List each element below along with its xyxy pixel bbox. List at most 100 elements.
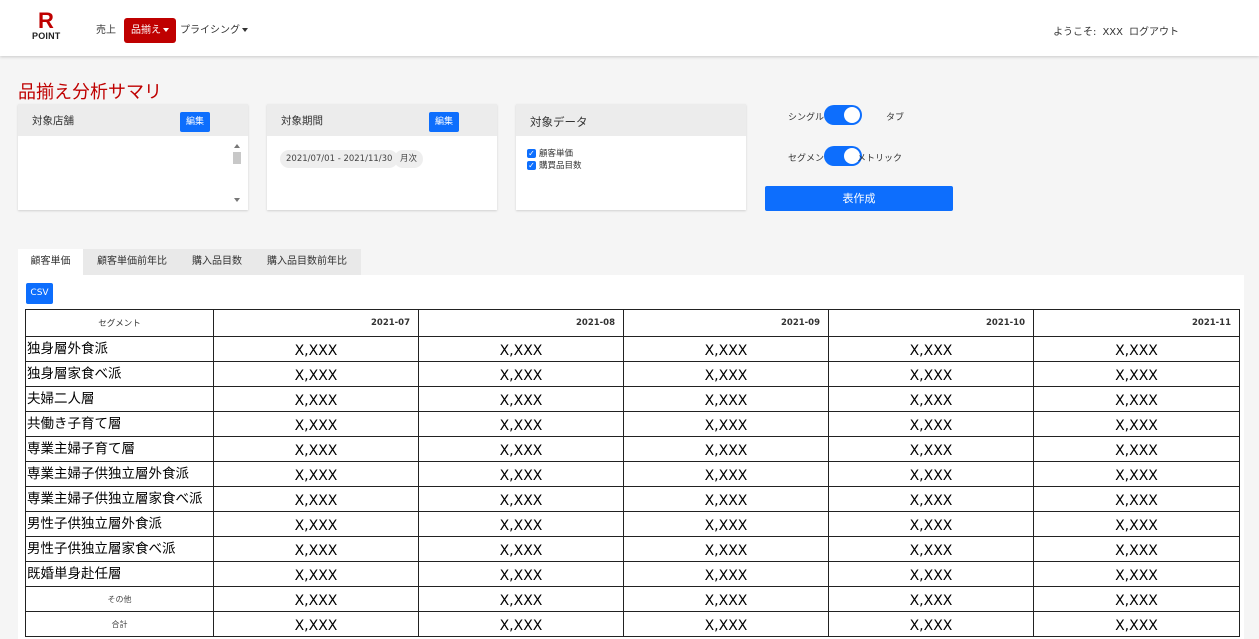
value-cell: X,XXX xyxy=(418,336,624,362)
checkbox-label: 購買品目数 xyxy=(539,161,582,171)
value-cell: X,XXX xyxy=(623,511,829,537)
value-cell: X,XXX xyxy=(828,536,1034,562)
value-cell: X,XXX xyxy=(623,461,829,487)
value-cell: X,XXX xyxy=(213,561,419,587)
value-cell: X,XXX xyxy=(623,336,829,362)
value-cell: X,XXX xyxy=(418,411,624,437)
segment-cell: 男性子供独立層外食派 xyxy=(25,511,214,537)
value-cell: X,XXX xyxy=(213,411,419,437)
value-cell: X,XXX xyxy=(418,461,624,487)
value-cell: X,XXX xyxy=(1033,486,1240,512)
value-cell: X,XXX xyxy=(828,361,1034,387)
csv-download-button[interactable]: CSV xyxy=(26,283,53,304)
checkbox-customer-price[interactable]: ✓ 顧客単価 xyxy=(527,149,573,160)
tab-customer-price[interactable]: 顧客単価 xyxy=(18,249,83,275)
value-cell: X,XXX xyxy=(828,511,1034,537)
tab-item-count-yoy[interactable]: 購入品目数前年比 xyxy=(253,249,361,275)
value-cell: X,XXX xyxy=(828,611,1034,637)
segment-cell: 合計 xyxy=(25,611,214,637)
user-area: ようこそ: XXX ログアウト xyxy=(1053,23,1179,38)
value-cell: X,XXX xyxy=(1033,611,1240,637)
checkbox-item-count[interactable]: ✓ 購買品目数 xyxy=(527,161,582,172)
value-cell: X,XXX xyxy=(623,611,829,637)
chevron-down-icon xyxy=(163,28,169,32)
scroll-down-icon[interactable] xyxy=(234,198,240,202)
table-row: 既婚単身赴任層 X,XXX X,XXX X,XXX X,XXX X,XXX xyxy=(25,561,1240,587)
toggle2-left-label: セグメン xyxy=(788,154,825,164)
month-column-header: 2021-07 xyxy=(213,309,419,337)
table-row: その他 X,XXX X,XXX X,XXX X,XXX X,XXX xyxy=(25,586,1240,612)
nav-assortment[interactable]: 品揃え xyxy=(124,18,176,43)
value-cell: X,XXX xyxy=(418,486,624,512)
period-granularity-badge: 月次 xyxy=(394,150,424,168)
period-edit-button[interactable]: 編集 xyxy=(429,112,460,132)
data-card-title: 対象データ xyxy=(530,115,588,129)
value-cell: X,XXX xyxy=(213,461,419,487)
store-card-title: 対象店舗 xyxy=(32,115,74,127)
value-cell: X,XXX xyxy=(418,511,624,537)
nav-assortment-label: 品揃え xyxy=(131,25,161,36)
segment-column-header: セグメント xyxy=(25,309,214,337)
value-cell: X,XXX xyxy=(418,386,624,412)
value-cell: X,XXX xyxy=(828,336,1034,362)
tab-customer-price-yoy[interactable]: 顧客単価前年比 xyxy=(83,249,181,275)
nav-sales-label: 売上 xyxy=(96,25,116,36)
value-cell: X,XXX xyxy=(213,336,419,362)
value-cell: X,XXX xyxy=(213,511,419,537)
table-row: 独身層外食派 X,XXX X,XXX X,XXX X,XXX X,XXX xyxy=(25,336,1240,362)
value-cell: X,XXX xyxy=(1033,436,1240,462)
summary-table: セグメント 2021-07 2021-08 2021-09 2021-10 20… xyxy=(25,309,1240,637)
value-cell: X,XXX xyxy=(1033,336,1240,362)
table-row: 専業主婦子供独立層家食べ派 X,XXX X,XXX X,XXX X,XXX X,XXX xyxy=(25,486,1240,512)
value-cell: X,XXX xyxy=(623,561,829,587)
store-card-header: 対象店舗 編集 xyxy=(18,104,248,136)
tab-item-count[interactable]: 購入品目数 xyxy=(181,249,253,275)
month-column-header: 2021-08 xyxy=(418,309,624,337)
welcome-text: ようこそ: xyxy=(1053,27,1097,38)
store-list-scrollbar[interactable] xyxy=(232,144,242,202)
value-cell: X,XXX xyxy=(1033,586,1240,612)
table-row: 男性子供独立層外食派 X,XXX X,XXX X,XXX X,XXX X,XXX xyxy=(25,511,1240,537)
table-row: 専業主婦子育て層 X,XXX X,XXX X,XXX X,XXX X,XXX xyxy=(25,436,1240,462)
value-cell: X,XXX xyxy=(213,386,419,412)
month-column-header: 2021-10 xyxy=(828,309,1034,337)
period-card-header: 対象期間 編集 xyxy=(267,104,497,136)
checkbox-checked-icon[interactable]: ✓ xyxy=(527,149,536,158)
value-cell: X,XXX xyxy=(418,536,624,562)
page-title: 品揃え分析サマリ xyxy=(18,82,162,103)
value-cell: X,XXX xyxy=(623,411,829,437)
rpoint-logo[interactable]: R POINT xyxy=(32,8,61,42)
scroll-up-icon[interactable] xyxy=(234,144,240,148)
create-table-button[interactable]: 表作成 xyxy=(765,186,953,211)
segment-cell: 独身層外食派 xyxy=(25,336,214,362)
value-cell: X,XXX xyxy=(623,361,829,387)
value-cell: X,XXX xyxy=(1033,461,1240,487)
checkbox-label: 顧客単価 xyxy=(539,149,574,159)
toggle1-right-label: タブ xyxy=(886,113,905,123)
month-column-header: 2021-11 xyxy=(1033,309,1240,337)
table-row: 独身層家食べ派 X,XXX X,XXX X,XXX X,XXX X,XXX xyxy=(25,361,1240,387)
value-cell: X,XXX xyxy=(828,386,1034,412)
value-cell: X,XXX xyxy=(828,561,1034,587)
value-cell: X,XXX xyxy=(213,536,419,562)
table-row: 合計 X,XXX X,XXX X,XXX X,XXX X,XXX xyxy=(25,611,1240,637)
nav-pricing-label: プライシング xyxy=(180,25,240,36)
segment-cell: その他 xyxy=(25,586,214,612)
checkbox-checked-icon[interactable]: ✓ xyxy=(527,161,536,170)
value-cell: X,XXX xyxy=(623,386,829,412)
nav-pricing[interactable]: プライシング xyxy=(176,18,252,43)
scroll-thumb[interactable] xyxy=(233,152,241,164)
value-cell: X,XXX xyxy=(623,536,829,562)
nav-sales[interactable]: 売上 xyxy=(92,18,120,43)
table-row: 共働き子育て層 X,XXX X,XXX X,XXX X,XXX X,XXX xyxy=(25,411,1240,437)
value-cell: X,XXX xyxy=(828,411,1034,437)
layout-toggle[interactable] xyxy=(824,105,862,125)
toggle-knob xyxy=(844,107,860,123)
table-row: 夫婦二人層 X,XXX X,XXX X,XXX X,XXX X,XXX xyxy=(25,386,1240,412)
logo-text: POINT xyxy=(32,31,61,41)
value-cell: X,XXX xyxy=(213,486,419,512)
store-edit-button[interactable]: 編集 xyxy=(180,112,211,132)
logo-mark: R xyxy=(38,8,54,33)
value-cell: X,XXX xyxy=(418,436,624,462)
logout-link[interactable]: ログアウト xyxy=(1129,27,1179,38)
